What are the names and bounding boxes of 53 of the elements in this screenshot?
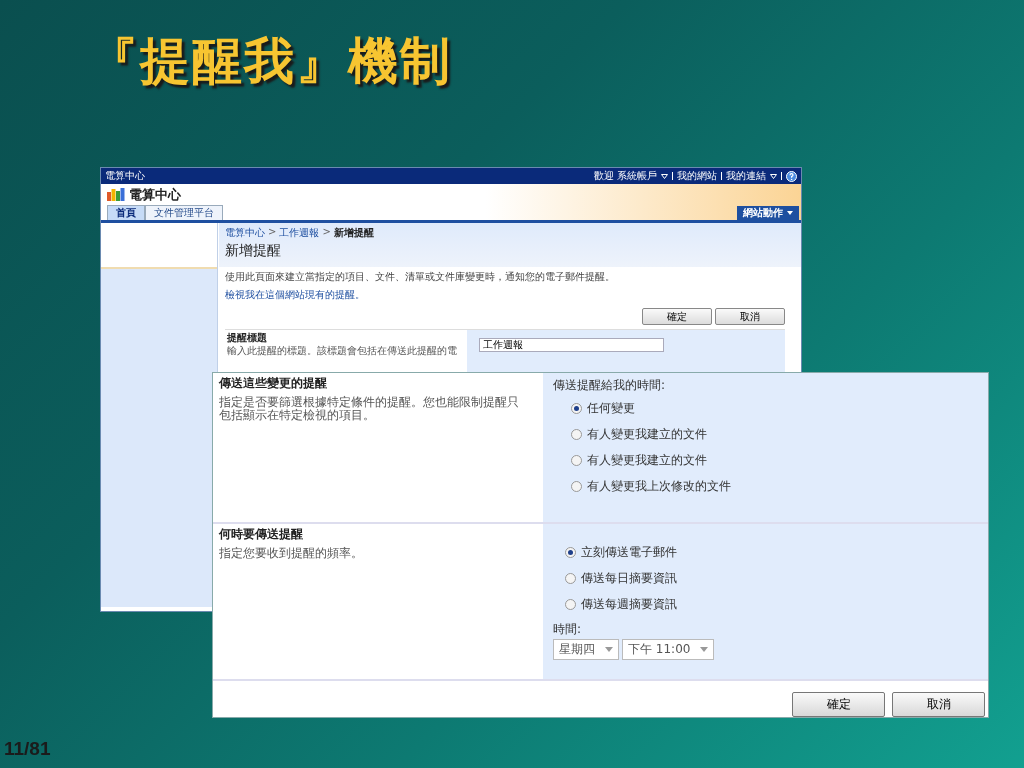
caret-icon [605,647,613,652]
logo-icon [107,188,125,202]
field-description: 輸入此提醒的標題。該標題會包括在傳送此提醒的電 [227,345,458,357]
breadcrumb-link[interactable]: 電算中心 [225,226,265,240]
option-label: 有人變更我上次修改的文件 [587,478,731,495]
page-title: 新增提醒 [225,242,282,260]
caret-icon [661,173,668,179]
options-prompt: 傳送提醒給我的時間: [553,377,667,394]
slide-title: 『提醒我』機制 [88,31,452,92]
radio-button[interactable] [571,429,582,440]
alert-title-field[interactable]: 工作週報 [479,338,664,352]
top-link[interactable]: 我的連結 [726,169,766,183]
page-description: 使用此頁面來建立當指定的項目、文件、清單或文件庫變更時，通知您的電子郵件提醒。 [225,271,616,283]
time-dropdown[interactable]: 下午 11:00 [622,639,715,660]
time-label: 時間: [553,621,583,638]
radio-button[interactable] [571,455,582,466]
option-label: 有人變更我建立的文件 [587,452,707,469]
option-label: 任何變更 [587,400,635,417]
radio-button[interactable] [565,573,576,584]
breadcrumb-link[interactable]: 工作週報 [279,226,320,240]
option-label: 傳送每日摘要資訊 [581,570,677,587]
form-button[interactable]: 確定 [642,308,712,325]
option-label: 傳送每週摘要資訊 [581,596,677,613]
radio-button[interactable] [571,481,582,492]
nav-tab[interactable]: 文件管理平台 [145,205,223,220]
option-label: 有人變更我建立的文件 [587,426,707,443]
section-description: 指定是否要篩選根據特定條件的提醒。您也能限制提醒只包括顯示在特定檢視的項目。 [219,396,520,422]
section-title: 傳送這些變更的提醒 [219,375,328,392]
radio-button[interactable] [565,599,576,610]
view-alerts-link[interactable]: 檢視我在這個網站現有的提醒。 [225,289,795,301]
caret-icon [700,647,709,652]
day-dropdown[interactable]: 星期四 [553,639,619,660]
welcome-menu[interactable]: 歡迎 系統帳戶 [593,169,657,183]
breadcrumb-separator: > [268,226,277,239]
nav-tab[interactable]: 首頁 [107,205,145,220]
radio-button[interactable] [565,547,576,558]
top-link[interactable]: 我的網站 [677,169,717,183]
radio-button[interactable] [571,403,582,414]
form-button[interactable]: 取消 [715,308,785,325]
option-label: 立刻傳送電子郵件 [581,544,677,561]
help-icon[interactable] [786,170,797,182]
page-number: 11/81 [4,738,51,760]
breadcrumb-separator: > [322,226,331,239]
section-description: 指定您要收到提醒的頻率。 [219,547,364,560]
caret-icon [770,173,777,179]
form-button[interactable]: 取消 [892,692,985,717]
site-actions-button[interactable]: 網站動作 [737,206,799,220]
caret-icon [787,211,793,215]
site-name: 電算中心 [105,169,145,183]
site-title: 電算中心 [129,186,181,204]
form-button[interactable]: 確定 [792,692,885,717]
field-label: 提醒標題 [227,332,268,344]
section-title: 何時要傳送提醒 [219,526,304,543]
